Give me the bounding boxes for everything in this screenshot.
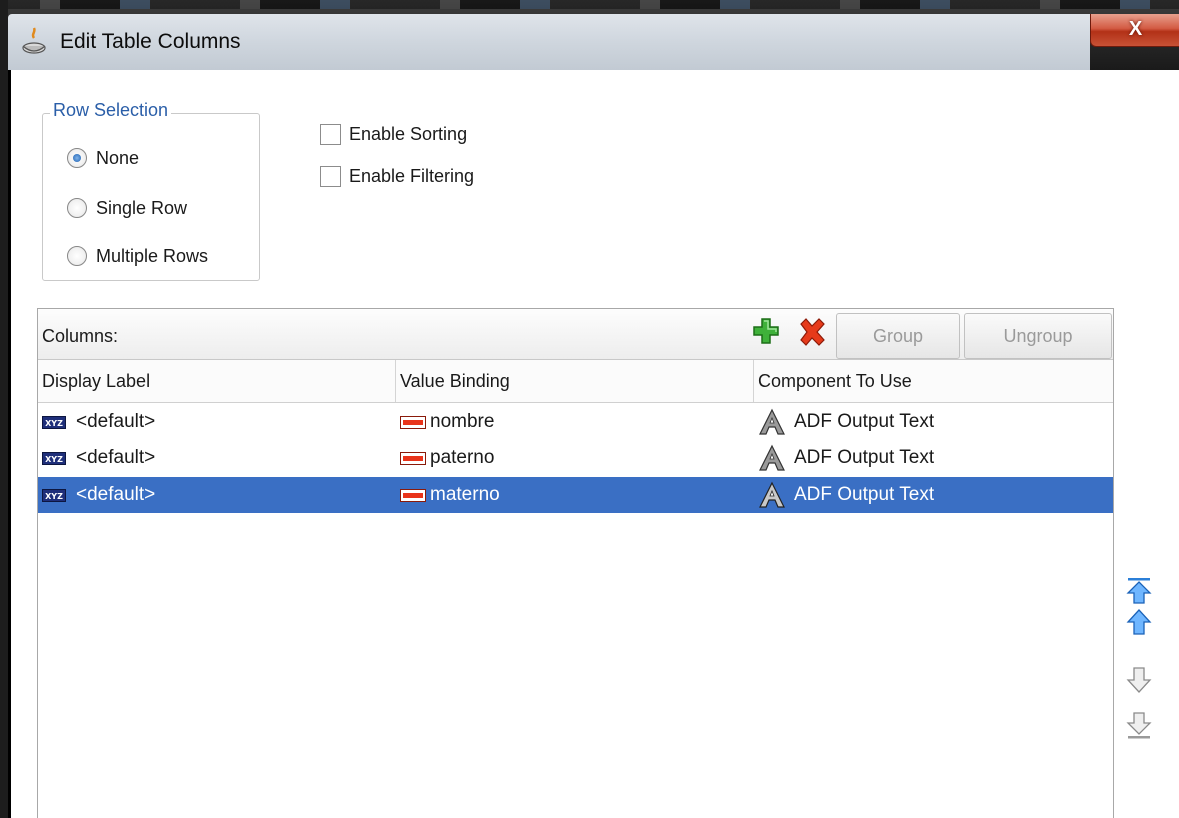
enable-filtering-label: Enable Filtering	[349, 166, 475, 186]
delete-x-icon[interactable]	[796, 316, 828, 348]
radio-single-row-button[interactable]	[67, 198, 87, 218]
title-bar: Edit Table Columns X	[0, 0, 1179, 70]
add-plus-icon[interactable]	[752, 316, 780, 346]
header-value-binding[interactable]: Value Binding	[396, 360, 754, 402]
value-binding-cell: paterno	[400, 440, 494, 476]
component-cell: ADF Output Text	[758, 404, 934, 440]
group-button[interactable]: Group	[836, 313, 960, 359]
table-row-selected[interactable]: XYZ <default> materno ADF Output Text	[38, 477, 1113, 513]
radio-multiple-rows-button[interactable]	[67, 246, 87, 266]
component-text: ADF Output Text	[794, 484, 935, 505]
display-label-cell: XYZ <default>	[42, 477, 155, 513]
enable-sorting-option[interactable]: Enable Sorting	[320, 124, 467, 145]
move-bottom-icon[interactable]	[1126, 712, 1152, 740]
value-binding-cell: nombre	[400, 404, 494, 440]
enable-filtering-checkbox[interactable]	[320, 166, 341, 187]
attribute-binding-icon	[400, 415, 426, 429]
value-binding-text: materno	[430, 484, 500, 505]
component-text: ADF Output Text	[794, 411, 935, 432]
svg-text:XYZ: XYZ	[45, 419, 63, 428]
attribute-binding-icon	[400, 451, 426, 465]
output-text-component-icon	[759, 481, 785, 508]
radio-none-label: None	[96, 147, 140, 168]
component-text: ADF Output Text	[794, 447, 935, 468]
move-up-icon[interactable]	[1126, 608, 1152, 636]
enable-sorting-label: Enable Sorting	[349, 124, 468, 144]
value-binding-text: paterno	[430, 447, 495, 468]
text-field-icon: XYZ	[42, 488, 66, 502]
radio-none[interactable]: None	[67, 146, 139, 170]
svg-text:XYZ: XYZ	[45, 492, 63, 501]
edit-table-columns-dialog: Edit Table Columns X Row Selection None …	[0, 0, 1179, 818]
move-down-icon[interactable]	[1126, 666, 1152, 694]
columns-header-row: Display Label Value Binding Component To…	[38, 360, 1113, 403]
value-binding-cell: materno	[400, 477, 500, 513]
ungroup-button[interactable]: Ungroup	[964, 313, 1112, 359]
output-text-component-icon	[759, 408, 785, 435]
enable-filtering-option[interactable]: Enable Filtering	[320, 166, 474, 187]
svg-text:XYZ: XYZ	[45, 455, 63, 464]
table-row[interactable]: XYZ <default> paterno ADF Output Text	[38, 440, 1113, 476]
jdeveloper-cup-icon	[22, 27, 46, 54]
text-field-icon: XYZ	[42, 415, 66, 429]
close-button[interactable]: X	[1090, 14, 1179, 47]
radio-multiple-rows[interactable]: Multiple Rows	[67, 244, 208, 268]
radio-single-row-label: Single Row	[96, 197, 188, 218]
header-component-to-use[interactable]: Component To Use	[754, 360, 1113, 402]
background-window-edge	[0, 0, 8, 818]
table-row[interactable]: XYZ <default> nombre ADF Output Text	[38, 404, 1113, 440]
radio-none-button[interactable]	[67, 148, 87, 168]
radio-multiple-rows-label: Multiple Rows	[96, 245, 209, 266]
move-top-icon[interactable]	[1126, 577, 1152, 605]
header-display-label[interactable]: Display Label	[38, 360, 396, 402]
display-label-text: <default>	[76, 447, 156, 468]
background-window-strip	[0, 0, 1179, 9]
radio-single-row[interactable]: Single Row	[67, 196, 187, 220]
display-label-text: <default>	[76, 484, 156, 505]
window-title: Edit Table Columns	[60, 30, 241, 53]
attribute-binding-icon	[400, 488, 426, 502]
display-label-text: <default>	[76, 411, 156, 432]
display-label-cell: XYZ <default>	[42, 404, 155, 440]
columns-label: Columns:	[42, 326, 119, 346]
value-binding-text: nombre	[430, 411, 495, 432]
row-selection-legend: Row Selection	[50, 100, 172, 121]
display-label-cell: XYZ <default>	[42, 440, 155, 476]
output-text-component-icon	[759, 444, 785, 471]
enable-sorting-checkbox[interactable]	[320, 124, 341, 145]
component-cell: ADF Output Text	[758, 477, 934, 513]
component-cell: ADF Output Text	[758, 440, 934, 476]
text-field-icon: XYZ	[42, 451, 66, 465]
background-window-edge-inner	[8, 70, 11, 818]
